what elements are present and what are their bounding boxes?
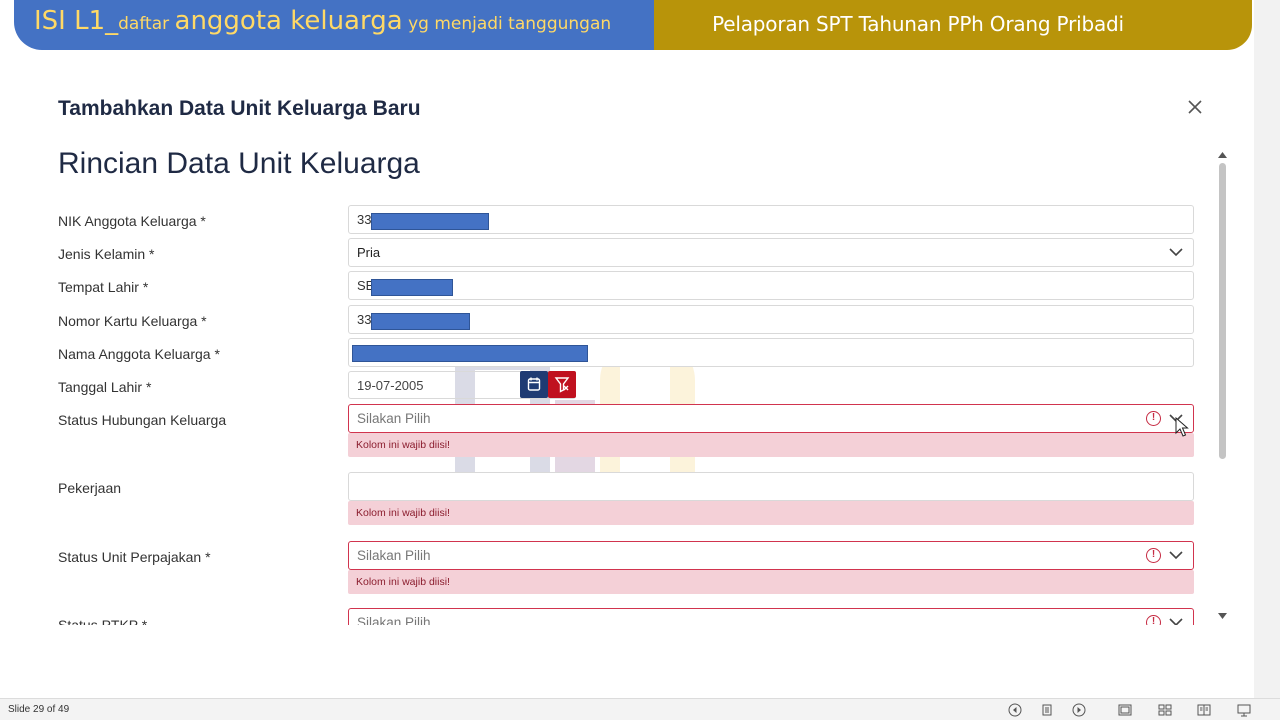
slideshow-icon[interactable]	[1237, 703, 1251, 717]
banner-title-part2: daftar	[118, 14, 175, 34]
ptkp-label: Status PTKP *	[58, 617, 148, 625]
scroll-down-arrow[interactable]	[1217, 612, 1228, 620]
filter-clear-icon	[554, 377, 570, 393]
slide-gutter	[1254, 0, 1280, 698]
scrollbar-thumb[interactable]	[1219, 163, 1226, 459]
slide-counter: Slide 29 of 49	[8, 704, 70, 715]
section-title: Rincian Data Unit Keluarga	[58, 147, 420, 180]
slide-menu-icon[interactable]	[1040, 703, 1054, 717]
banner-title-part4: yg menjadi tanggungan	[402, 14, 612, 34]
chevron-down-icon	[1169, 618, 1183, 625]
redaction-box	[371, 279, 453, 296]
birthplace-label: Tempat Lahir *	[58, 279, 149, 295]
gender-select[interactable]: Pria	[348, 238, 1194, 267]
next-slide-icon[interactable]	[1072, 703, 1086, 717]
tax-status-label: Status Unit Perpajakan *	[58, 549, 211, 565]
banner-left-title: ISI L1_daftar anggota keluarga yg menjad…	[34, 6, 611, 36]
tax-status-select[interactable]: Silakan Pilih !	[348, 541, 1194, 570]
redaction-box	[352, 345, 588, 362]
reading-view-icon[interactable]	[1197, 703, 1211, 717]
relation-select[interactable]: Silakan Pilih !	[348, 404, 1194, 433]
ptkp-placeholder: Silakan Pilih	[357, 615, 431, 625]
birthdate-label: Tanggal Lahir *	[58, 379, 152, 395]
relation-label: Status Hubungan Keluarga	[58, 412, 227, 428]
kk-value: 33	[357, 312, 372, 327]
scroll-up-arrow[interactable]	[1217, 151, 1228, 159]
kk-field[interactable]: 33	[348, 305, 1194, 334]
nik-value: 33	[357, 212, 372, 227]
tax-status-error: Kolom ini wajib diisi!	[348, 570, 1194, 594]
redaction-box	[371, 213, 489, 230]
previous-slide-icon[interactable]	[1008, 703, 1022, 717]
slide-sorter-icon[interactable]	[1158, 703, 1172, 717]
nik-label: NIK Anggota Keluarga *	[58, 213, 206, 229]
clear-date-button[interactable]	[548, 371, 576, 398]
relation-error: Kolom ini wajib diisi!	[348, 433, 1194, 457]
gender-label: Jenis Kelamin *	[58, 246, 155, 262]
error-icon: !	[1146, 615, 1161, 625]
name-label: Nama Anggota Keluarga *	[58, 346, 220, 362]
name-field[interactable]	[348, 338, 1194, 367]
gender-value: Pria	[357, 245, 381, 260]
banner-right: Pelaporan SPT Tahunan PPh Orang Pribadi	[584, 0, 1252, 50]
tax-status-error-text: Kolom ini wajib diisi!	[356, 576, 450, 588]
chevron-down-icon	[1169, 248, 1183, 257]
mouse-cursor-icon	[1175, 417, 1189, 437]
error-icon: !	[1146, 548, 1161, 563]
job-error-text: Kolom ini wajib diisi!	[356, 507, 450, 519]
job-field[interactable]	[348, 472, 1194, 501]
relation-placeholder: Silakan Pilih	[357, 411, 431, 426]
normal-view-icon[interactable]	[1118, 703, 1132, 717]
slide-stage: Pelaporan SPT Tahunan PPh Orang Pribadi …	[0, 0, 1280, 720]
close-icon[interactable]	[1184, 96, 1206, 118]
calendar-icon	[527, 377, 541, 391]
redaction-box	[371, 313, 470, 330]
kk-label: Nomor Kartu Keluarga *	[58, 313, 207, 329]
chevron-down-icon	[1169, 551, 1183, 560]
banner-title-part1: ISI L1_	[34, 6, 119, 36]
birthplace-field[interactable]: SE	[348, 271, 1194, 300]
job-label: Pekerjaan	[58, 480, 122, 496]
banner-right-title: Pelaporan SPT Tahunan PPh Orang Pribadi	[712, 12, 1124, 36]
modal-title: Tambahkan Data Unit Keluarga Baru	[58, 97, 421, 120]
birthdate-value: 19-07-2005	[357, 378, 424, 393]
error-icon: !	[1146, 411, 1161, 426]
relation-error-text: Kolom ini wajib diisi!	[356, 439, 450, 451]
calendar-button[interactable]	[520, 371, 548, 398]
tax-status-placeholder: Silakan Pilih	[357, 548, 431, 563]
ptkp-row-clipped: Status PTKP * Silakan Pilih !	[0, 607, 1254, 625]
presentation-status-bar: Slide 29 of 49	[0, 698, 1280, 720]
nik-field[interactable]: 33	[348, 205, 1194, 234]
job-error: Kolom ini wajib diisi!	[348, 501, 1194, 525]
ptkp-select[interactable]: Silakan Pilih !	[348, 608, 1194, 625]
banner-title-part3: anggota keluarga	[174, 6, 403, 36]
